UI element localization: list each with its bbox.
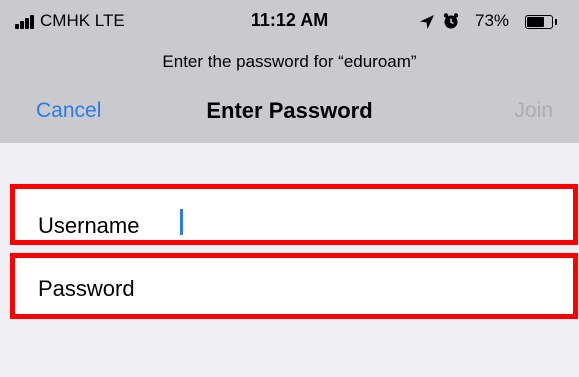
location-arrow-icon [420, 15, 434, 29]
username-field-row[interactable]: Username [10, 184, 578, 245]
text-cursor [180, 209, 183, 235]
header-bar: CMHK LTE 11:12 AM 73% Enter the password… [0, 0, 579, 143]
network-prompt: Enter the password for “eduroam” [162, 52, 417, 71]
username-label: Username [38, 213, 140, 238]
status-bar: CMHK LTE 11:12 AM 73% [0, 0, 579, 44]
page-title: Enter Password [206, 98, 373, 123]
battery-percentage: 73% [475, 11, 510, 30]
join-button[interactable]: Join [514, 99, 553, 123]
password-input[interactable] [175, 276, 555, 302]
battery-icon [525, 15, 553, 29]
password-field-row[interactable]: Password [10, 253, 578, 319]
alarm-icon [443, 13, 459, 29]
battery-nub [555, 19, 557, 25]
password-label: Password [38, 276, 135, 301]
username-input[interactable] [175, 209, 555, 235]
